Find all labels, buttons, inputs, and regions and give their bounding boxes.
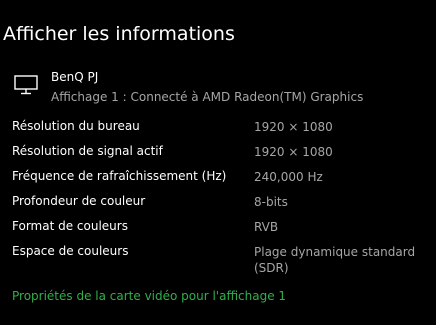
info-value: 8-bits bbox=[254, 195, 288, 209]
info-value: Plage dynamique standard (SDR) bbox=[254, 245, 416, 275]
info-value: 240,000 Hz bbox=[254, 170, 323, 184]
info-value: RVB bbox=[254, 220, 279, 234]
info-value: 1920 × 1080 bbox=[254, 145, 333, 159]
info-label: Résolution du bureau bbox=[12, 119, 140, 133]
display-header: BenQ PJ Affichage 1 : Connecté à AMD Rad… bbox=[14, 70, 434, 110]
display-adapter-properties-link[interactable]: Propriétés de la carte vidéo pour l'affi… bbox=[12, 289, 286, 303]
display-subtitle: Affichage 1 : Connecté à AMD Radeon(TM) … bbox=[51, 90, 364, 104]
page-title: Afficher les informations bbox=[3, 22, 235, 45]
info-label: Espace de couleurs bbox=[12, 244, 129, 258]
display-name: BenQ PJ bbox=[51, 70, 99, 84]
info-label: Fréquence de rafraîchissement (Hz) bbox=[12, 169, 227, 183]
info-value: 1920 × 1080 bbox=[254, 120, 333, 134]
monitor-icon bbox=[14, 74, 38, 96]
info-label: Format de couleurs bbox=[12, 219, 128, 233]
info-label: Profondeur de couleur bbox=[12, 194, 146, 208]
info-label: Résolution de signal actif bbox=[12, 144, 163, 158]
